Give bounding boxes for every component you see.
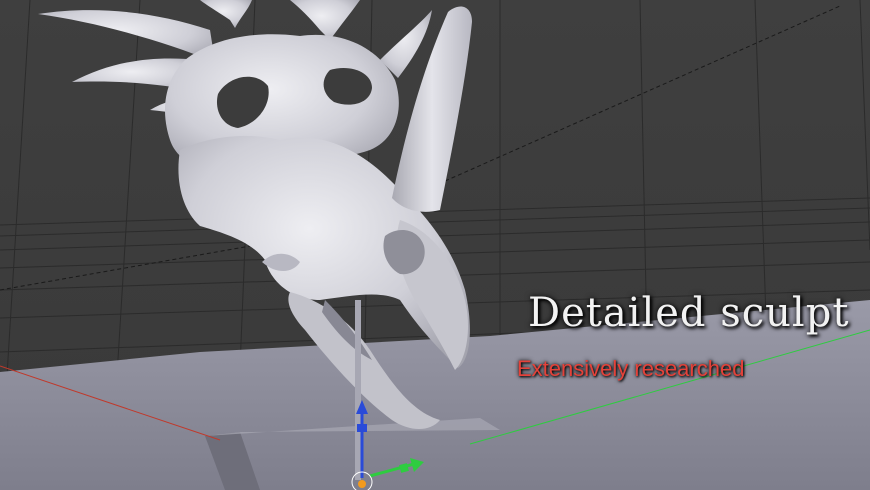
scene-canvas xyxy=(0,0,870,490)
overlay-subtitle: Extensively researched xyxy=(517,356,745,381)
overlay-title: Detailed sculpt xyxy=(528,290,850,336)
display-stand xyxy=(355,300,361,480)
3d-viewport[interactable]: Detailed sculpt Extensively researched xyxy=(0,0,870,490)
